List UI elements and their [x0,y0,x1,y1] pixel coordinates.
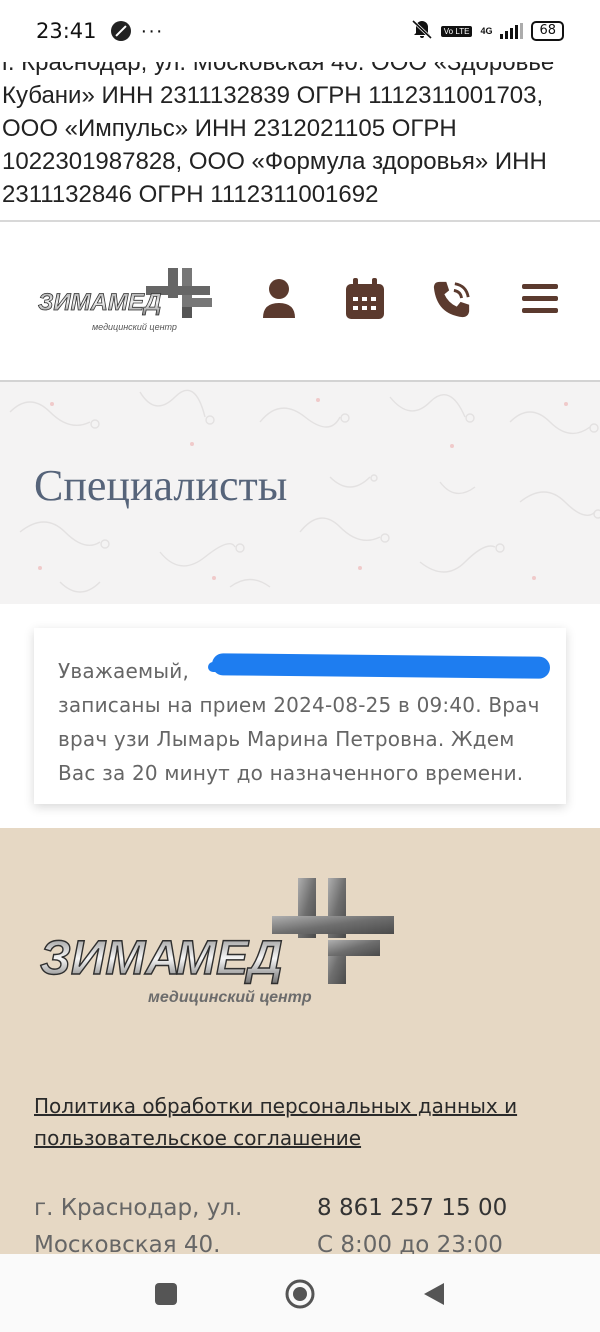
logo-brand: ЗИМА [38,289,108,316]
calendar-icon[interactable] [345,277,385,321]
user-icon[interactable] [259,277,299,321]
network-type: 4G [480,26,493,36]
home-button[interactable] [284,1278,316,1310]
message-greeting: Уважаемый, [58,659,190,683]
legal-text: г. Краснодар, ул. Московская 40. ООО «Зд… [2,49,555,208]
more-notifications-icon: ··· [140,19,164,42]
footer-address: г. Краснодар, ул. Московская 40. [34,1195,243,1254]
footer-logo-subtitle: медицинский центр [148,989,312,1006]
footer-logo[interactable]: ЗИМА МЕД медицинский центр [36,874,396,1014]
message-text: записаны на прием 2024-08-25 в 09:40. Вр… [58,693,540,785]
status-bar: 23:41 ··· Vo LTE 4G 68 [0,0,600,62]
logo[interactable]: ЗИМА МЕД медицинский центр [36,264,216,336]
page-hero: Специалисты [0,382,600,604]
redaction-mark [211,653,551,679]
logo-subtitle: медицинский центр [92,322,177,332]
appointment-message: Уважаемый, записаны на прием 2024-08-25 … [34,628,566,804]
menu-icon[interactable] [520,277,560,321]
system-nav-bar [0,1254,600,1332]
footer-logo-brand-suffix: МЕД [176,932,283,985]
main-content: Уважаемый, записаны на прием 2024-08-25 … [0,604,600,828]
footer-contacts: 8 861 257 15 00 С 8:00 до 23:00 [317,1190,577,1254]
recent-apps-button[interactable] [150,1278,182,1310]
footer-phone[interactable]: 8 861 257 15 00 [317,1190,577,1227]
logo-brand-suffix: МЕД [108,289,161,316]
site-header: ЗИМА МЕД медицинский центр [0,222,600,380]
footer-hours: С 8:00 до 23:00 [317,1232,503,1254]
status-time: 23:41 [36,19,97,43]
mute-icon [411,19,433,44]
site-footer: ЗИМА МЕД медицинский центр Политика обра… [0,828,600,1254]
phone-icon[interactable] [432,277,472,321]
battery-icon: 68 [531,21,564,41]
privacy-policy-link[interactable]: Политика обработки персональных данных и… [34,1090,554,1154]
volte-icon: Vo LTE [440,25,473,37]
signal-icon [500,23,524,39]
back-button[interactable] [418,1278,450,1310]
page-title: Специалисты [34,461,288,510]
do-not-disturb-icon [110,21,131,41]
legal-info: г. Краснодар, ул. Московская 40. ООО «Зд… [0,46,600,220]
footer-logo-brand: ЗИМА [40,932,180,985]
